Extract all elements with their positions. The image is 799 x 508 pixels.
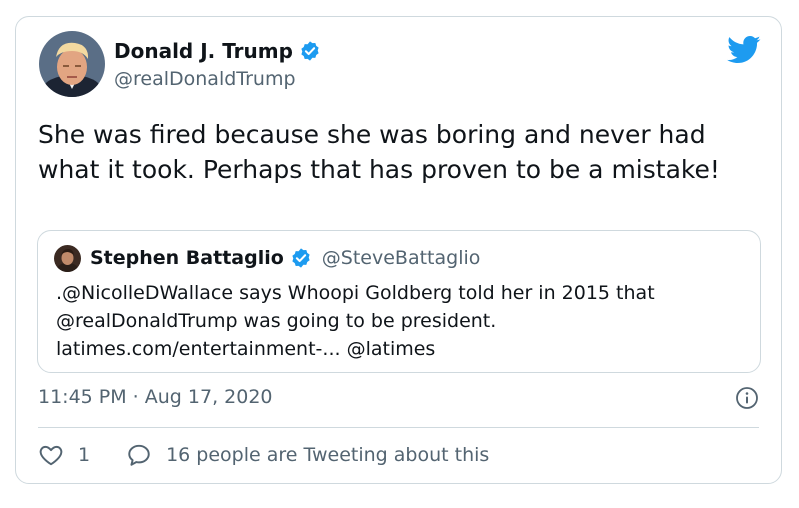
twitter-bird-icon[interactable] [727, 35, 761, 65]
quoted-tweet[interactable]: Stephen Battaglio @SteveBattaglio .@Nico… [37, 230, 761, 373]
divider [38, 427, 759, 428]
info-icon[interactable] [735, 386, 759, 410]
quoted-text: .@NicolleDWallace says Whoopi Goldberg t… [56, 282, 655, 360]
tweet-card: Donald J. Trump @realDonaldTrump She was… [15, 16, 782, 484]
heart-icon[interactable] [38, 442, 64, 468]
author-name[interactable]: Donald J. Trump [114, 39, 293, 63]
action-bar: 1 16 people are Tweeting about this [38, 440, 489, 470]
discussion-link[interactable]: 16 people are Tweeting about this [166, 444, 489, 466]
quoted-header: Stephen Battaglio @SteveBattaglio [90, 247, 480, 269]
verified-icon [299, 40, 321, 62]
author-name-row[interactable]: Donald J. Trump [114, 39, 321, 63]
tweet-timestamp[interactable]: 11:45 PM · Aug 17, 2020 [38, 386, 273, 408]
quoted-author-name[interactable]: Stephen Battaglio [90, 247, 284, 269]
author-handle[interactable]: @realDonaldTrump [114, 68, 296, 90]
tweet-text: She was fired because she was boring and… [38, 120, 720, 184]
like-count[interactable]: 1 [78, 444, 90, 466]
speech-bubble-icon[interactable] [126, 442, 152, 468]
quoted-author-handle[interactable]: @SteveBattaglio [322, 247, 481, 269]
verified-icon [290, 247, 312, 269]
author-avatar[interactable] [39, 31, 105, 97]
quoted-author-avatar[interactable] [54, 245, 81, 272]
